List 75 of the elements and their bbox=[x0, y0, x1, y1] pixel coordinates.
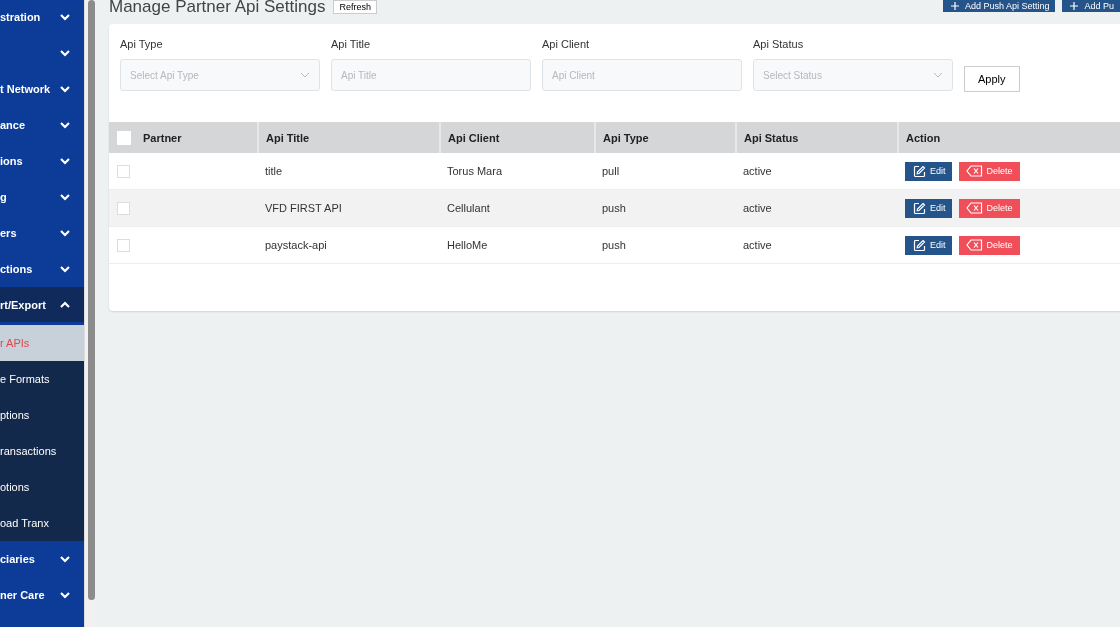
sidebar-item[interactable]: t Network bbox=[0, 71, 84, 107]
filter-label: Api Status bbox=[753, 38, 805, 50]
chevron-icon bbox=[60, 193, 70, 201]
delete-button[interactable]: Delete bbox=[958, 161, 1020, 181]
pencil-icon bbox=[913, 238, 926, 252]
table-cell: active bbox=[743, 239, 772, 251]
delete-button[interactable]: Delete bbox=[958, 198, 1020, 218]
table-cell: Torus Mara bbox=[447, 165, 503, 177]
chevron-icon bbox=[300, 72, 310, 78]
sidebar-item[interactable]: stration bbox=[0, 0, 84, 35]
plus-icon bbox=[1070, 2, 1079, 10]
edit-button[interactable]: Edit bbox=[905, 235, 952, 255]
chevron-icon bbox=[60, 121, 70, 129]
table-cell: Cellulant bbox=[447, 202, 490, 214]
sidebar-subitem[interactable]: otions bbox=[0, 469, 84, 505]
sidebar-item[interactable]: ers bbox=[0, 215, 84, 251]
sidebar-subitem[interactable]: e Formats bbox=[0, 361, 84, 397]
refresh-button[interactable]: Refresh bbox=[333, 0, 377, 14]
chevron-icon bbox=[60, 49, 70, 57]
sidebar-item[interactable]: ciaries bbox=[0, 541, 84, 577]
backspace-icon bbox=[965, 239, 983, 251]
table-cell: push bbox=[602, 202, 626, 214]
chevron-icon bbox=[933, 72, 943, 78]
pencil-icon bbox=[913, 164, 926, 178]
column-header: Api Type bbox=[603, 131, 649, 144]
add-button[interactable]: Add Pu bbox=[1062, 0, 1120, 12]
table-cell: active bbox=[743, 202, 772, 214]
delete-button[interactable]: Delete bbox=[958, 235, 1020, 255]
sidebar-item[interactable]: g bbox=[0, 179, 84, 215]
page-title: Manage Partner Api Settings bbox=[109, 0, 326, 14]
sidebar-item[interactable]: ions bbox=[0, 143, 84, 179]
chevron-icon bbox=[60, 591, 70, 599]
table-cell: pull bbox=[602, 165, 620, 177]
checkbox[interactable] bbox=[117, 238, 130, 252]
edit-button[interactable]: Edit bbox=[905, 161, 952, 181]
pencil-icon bbox=[913, 201, 926, 215]
table-cell: active bbox=[743, 165, 772, 177]
backspace-icon bbox=[965, 165, 983, 177]
sidebar-item[interactable]: ctions bbox=[0, 251, 84, 287]
filter-label: Api Type bbox=[120, 38, 164, 50]
sidebar-item[interactable]: rt/Export bbox=[0, 287, 84, 325]
chevron-icon bbox=[60, 85, 70, 93]
checkbox[interactable] bbox=[117, 201, 130, 215]
apply-button[interactable]: Apply bbox=[964, 66, 1020, 92]
chevron-icon bbox=[60, 13, 70, 21]
sidebar-item[interactable]: ner Care bbox=[0, 577, 84, 613]
chevron-icon bbox=[60, 265, 70, 273]
column-header: Partner bbox=[143, 131, 182, 144]
backspace-icon bbox=[965, 202, 983, 214]
sidebar-subitem[interactable]: oad Tranx bbox=[0, 505, 84, 541]
chevron-icon bbox=[60, 157, 70, 165]
add-button[interactable]: Add Push Api Setting bbox=[942, 0, 1056, 12]
column-header: Action bbox=[906, 131, 941, 144]
table-cell: title bbox=[265, 165, 283, 177]
table-cell: HelloMe bbox=[447, 239, 488, 251]
table-cell: VFD FIRST API bbox=[265, 202, 342, 214]
filter-label: Api Client bbox=[542, 38, 591, 50]
plus-icon bbox=[950, 2, 959, 10]
input-field[interactable]: Api Client bbox=[542, 59, 742, 91]
table-cell: push bbox=[602, 239, 626, 251]
table-cell: paystack-api bbox=[265, 239, 327, 251]
scrollbar[interactable] bbox=[87, 0, 95, 600]
chevron-icon bbox=[60, 555, 70, 563]
sidebar-subitem[interactable]: ransactions bbox=[0, 433, 84, 469]
sidebar-item[interactable]: ance bbox=[0, 107, 84, 143]
chevron-icon bbox=[60, 301, 70, 308]
column-header: Api Title bbox=[266, 131, 310, 144]
sidebar-subitem[interactable]: ptions bbox=[0, 397, 84, 433]
column-header: Api Client bbox=[448, 131, 500, 144]
checkbox[interactable] bbox=[117, 164, 130, 178]
column-header: Api Status bbox=[744, 131, 799, 144]
input-field[interactable]: Api Title bbox=[331, 59, 531, 91]
chevron-icon bbox=[60, 229, 70, 237]
filter-label: Api Title bbox=[331, 38, 372, 50]
edit-button[interactable]: Edit bbox=[905, 198, 952, 218]
